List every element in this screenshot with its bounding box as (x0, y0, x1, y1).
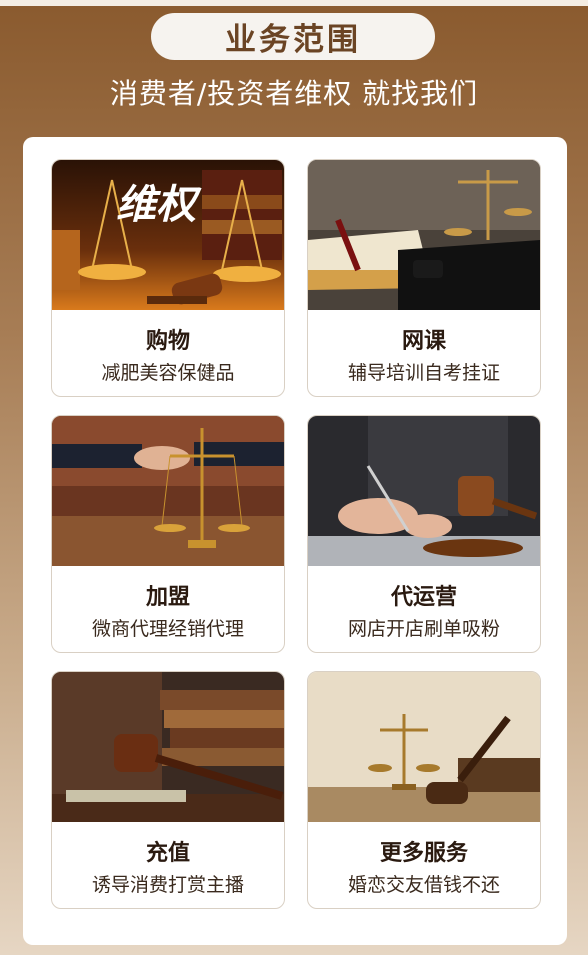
subtitle: 消费者/投资者维权 就找我们 (109, 77, 479, 110)
service-card-operations[interactable]: 代运营 网店开店刷单吸粉 (307, 415, 541, 653)
top-strip (0, 0, 588, 6)
handshake-scales-image (52, 416, 284, 566)
card-description: 婚恋交友借钱不还 (347, 874, 500, 896)
gavel-scales-image: 维权 (52, 160, 284, 310)
signing-gavel-image (308, 416, 540, 566)
section-title-text: 业务范围 (225, 22, 361, 58)
card-title: 购物 (145, 329, 190, 354)
service-card-online-course[interactable]: 网课 辅导培训自考挂证 (307, 159, 541, 397)
card-title: 代运营 (390, 585, 457, 610)
services-panel: 维权 购物 减肥美容保健品 网课 辅导培训自考挂证 加盟 微商代理经销代理 代运… (23, 137, 567, 945)
card-title: 充值 (145, 841, 190, 866)
books-scales-image (308, 160, 540, 310)
service-card-recharge[interactable]: 充值 诱导消费打赏主播 (51, 671, 285, 909)
service-card-franchise[interactable]: 加盟 微商代理经销代理 (51, 415, 285, 653)
card-title: 网课 (401, 329, 446, 354)
service-card-shopping[interactable]: 维权 购物 减肥美容保健品 (51, 159, 285, 397)
card-title: 加盟 (145, 585, 190, 610)
section-title: 业务范围 (151, 13, 435, 60)
service-card-more[interactable]: 更多服务 婚恋交友借钱不还 (307, 671, 541, 909)
image-overlay-text: 维权 (116, 181, 202, 228)
card-title: 更多服务 (379, 841, 468, 866)
scales-gavel-image (308, 672, 540, 822)
card-description: 辅导培训自考挂证 (347, 362, 500, 384)
card-description: 减肥美容保健品 (101, 362, 235, 384)
card-description: 微商代理经销代理 (91, 618, 244, 640)
card-description: 诱导消费打赏主播 (91, 874, 244, 896)
gavel-books-image (52, 672, 284, 822)
card-description: 网店开店刷单吸粉 (347, 618, 500, 640)
